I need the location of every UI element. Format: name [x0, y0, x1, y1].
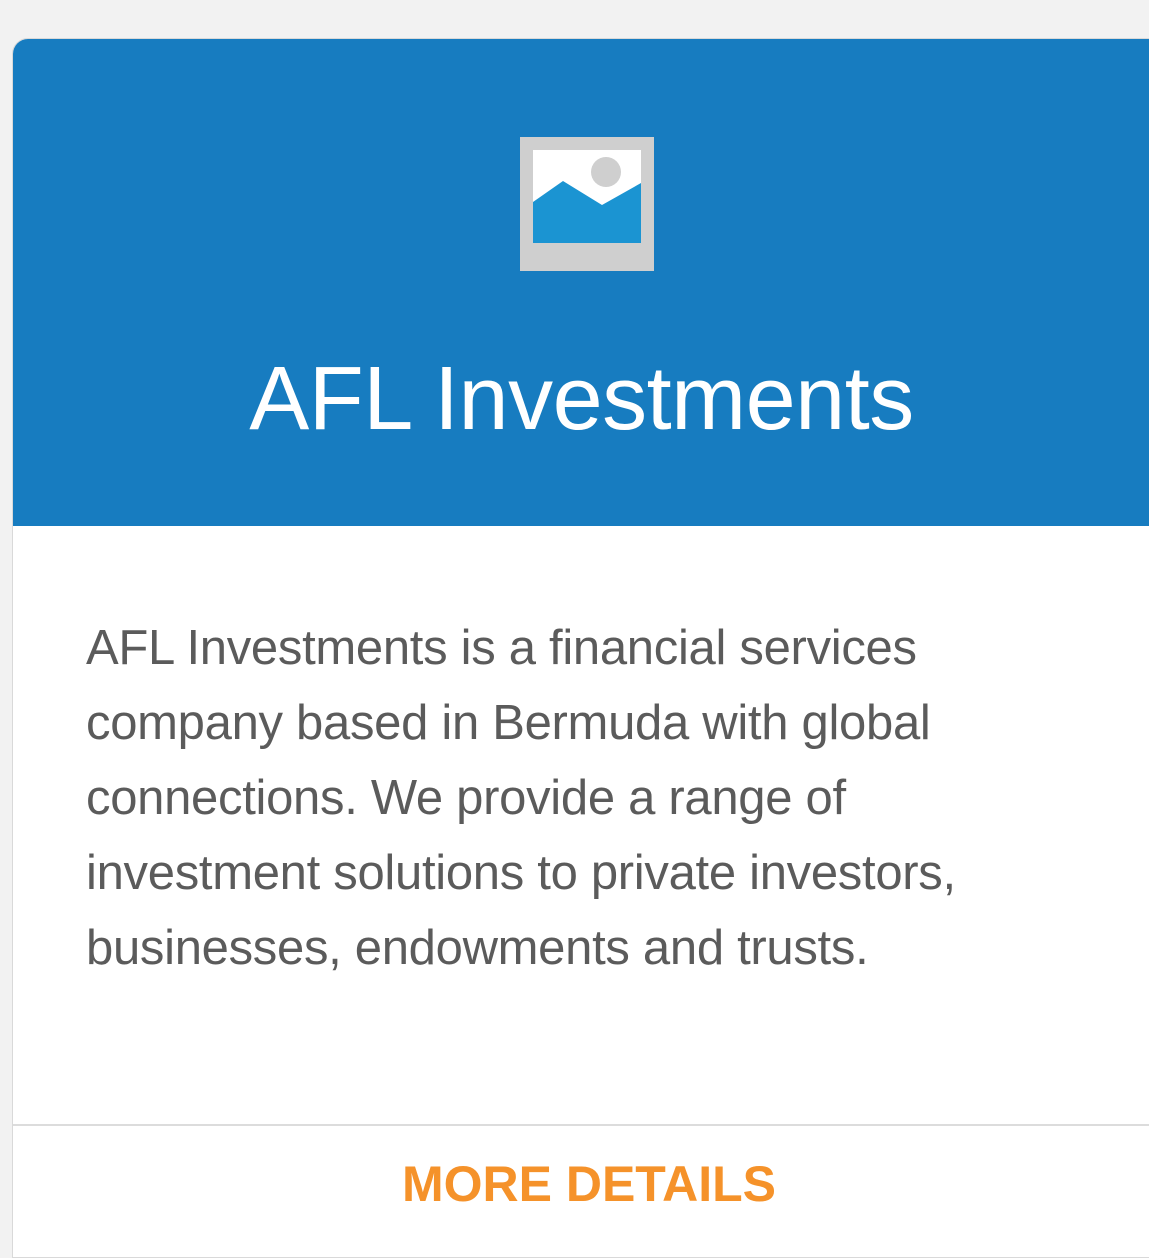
- card-header: AFL Investments: [13, 39, 1149, 526]
- image-placeholder-icon: [520, 137, 654, 271]
- card-title: AFL Investments: [249, 349, 914, 449]
- card-divider: [13, 1124, 1149, 1126]
- card-footer: MORE DETAILS: [13, 1127, 1149, 1257]
- more-details-button[interactable]: MORE DETAILS: [13, 1155, 1149, 1213]
- company-card: AFL Investments AFL Investments is a fin…: [12, 38, 1149, 1258]
- card-description: AFL Investments is a financial services …: [86, 621, 956, 975]
